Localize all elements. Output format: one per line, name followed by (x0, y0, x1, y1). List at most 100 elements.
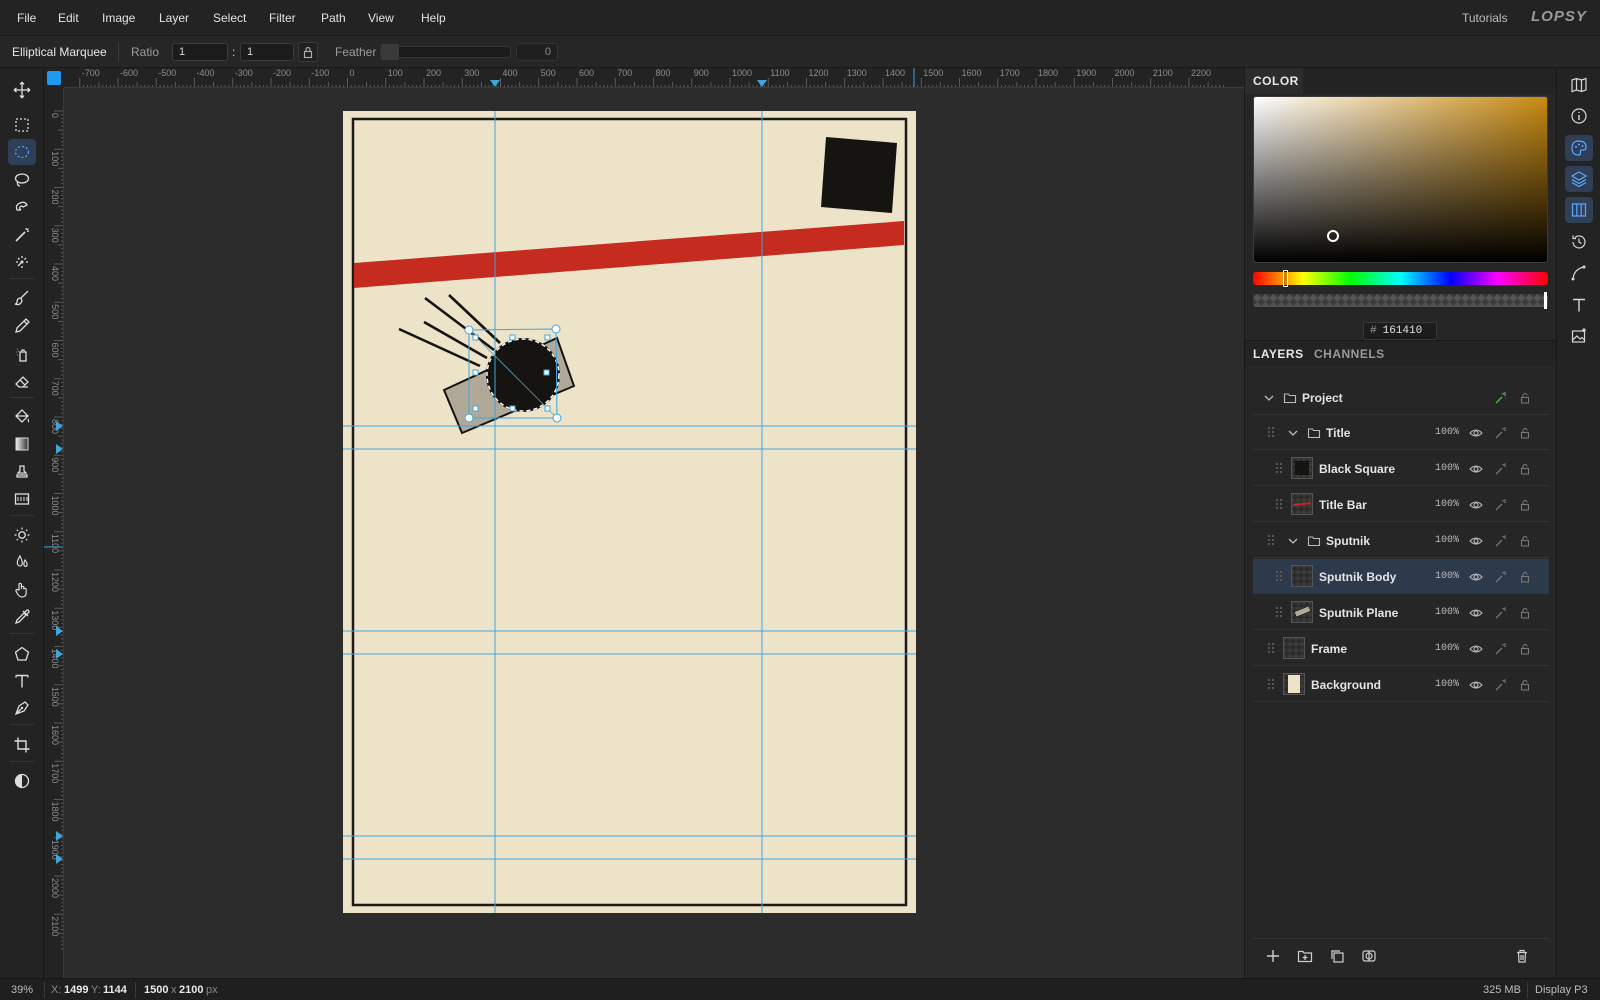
lock-icon[interactable] (1517, 533, 1533, 549)
picker-handle[interactable] (1327, 230, 1339, 242)
alpha-slider[interactable] (1253, 294, 1548, 307)
spray-tool[interactable] (8, 341, 36, 367)
elliptical-marquee-tool[interactable] (8, 139, 36, 165)
layer-row-title[interactable]: Title 100% (1253, 415, 1549, 450)
guide-marker[interactable] (757, 80, 767, 87)
lock-icon[interactable] (1517, 461, 1533, 477)
lock-icon[interactable] (1517, 569, 1533, 585)
effects-icon[interactable] (1493, 605, 1509, 621)
eye-icon[interactable] (1468, 641, 1484, 657)
drag-handle-icon[interactable] (1275, 462, 1283, 476)
lock-icon[interactable] (1517, 641, 1533, 657)
menu-select[interactable]: Select (213, 11, 246, 25)
drag-handle-icon[interactable] (1275, 570, 1283, 584)
clone-stamp-tool[interactable] (8, 459, 36, 485)
layer-row-title-bar[interactable]: Title Bar 100% (1253, 487, 1549, 522)
drag-handle-icon[interactable] (1267, 426, 1275, 440)
text-tool[interactable] (8, 668, 36, 694)
effects-icon[interactable] (1493, 390, 1509, 406)
history-button[interactable] (1565, 229, 1593, 255)
drag-handle-icon[interactable] (1275, 606, 1283, 620)
ruler-origin-button[interactable] (47, 71, 61, 85)
chevron-down-icon[interactable] (1285, 425, 1301, 441)
navigator-button[interactable] (1565, 72, 1593, 98)
menu-image[interactable]: Image (102, 11, 135, 25)
quick-select-tool[interactable] (8, 249, 36, 275)
hue-slider-handle[interactable] (1283, 270, 1288, 287)
color-swap-tool[interactable] (8, 768, 36, 794)
info-button[interactable] (1565, 103, 1593, 129)
layer-row-background[interactable]: Background 100% (1253, 667, 1549, 702)
channels-panel-button[interactable] (1565, 197, 1593, 223)
eye-icon[interactable] (1468, 425, 1484, 441)
add-group-button[interactable] (1296, 947, 1314, 965)
eraser-tool[interactable] (8, 368, 36, 394)
alpha-slider-handle[interactable] (1544, 292, 1547, 309)
rect-marquee-tool[interactable] (8, 112, 36, 138)
tab-channels[interactable]: CHANNELS (1314, 347, 1385, 361)
eye-icon[interactable] (1468, 461, 1484, 477)
layer-row-sputnik[interactable]: Sputnik 100% (1253, 523, 1549, 558)
hex-input[interactable]: #161410 (1363, 322, 1437, 340)
vertical-ruler[interactable]: 0 100 200 300 400 500 600 700 800 900 1000 1100 1200… (44, 88, 64, 978)
guide-marker[interactable] (56, 444, 63, 454)
feather-slider-thumb[interactable] (381, 44, 399, 60)
duplicate-layer-button[interactable] (1328, 947, 1346, 965)
lock-icon[interactable] (1517, 425, 1533, 441)
eye-icon[interactable] (1468, 533, 1484, 549)
paint-bucket-tool[interactable] (8, 404, 36, 430)
lock-icon[interactable] (1517, 605, 1533, 621)
blur-tool[interactable] (8, 549, 36, 575)
chevron-down-icon[interactable] (1261, 390, 1277, 406)
menu-help[interactable]: Help (421, 11, 446, 25)
effects-icon[interactable] (1493, 641, 1509, 657)
menu-edit[interactable]: Edit (58, 11, 79, 25)
chevron-down-icon[interactable] (1285, 533, 1301, 549)
gradient-tool[interactable] (8, 431, 36, 457)
layer-row-project[interactable]: Project (1253, 380, 1549, 415)
drag-handle-icon[interactable] (1267, 678, 1275, 692)
brush-tool[interactable] (8, 285, 36, 311)
character-button[interactable] (1565, 292, 1593, 318)
document-canvas[interactable] (64, 88, 1244, 978)
magnetic-lasso-tool[interactable] (8, 195, 36, 221)
crop-tool[interactable] (8, 732, 36, 758)
layer-row-sputnik-body[interactable]: Sputnik Body 100% (1253, 559, 1549, 594)
ratio-height-input[interactable]: 1 (240, 43, 294, 61)
layers-panel-button[interactable] (1565, 166, 1593, 192)
menu-view[interactable]: View (368, 11, 394, 25)
shape-tool[interactable] (8, 641, 36, 667)
eye-icon[interactable] (1468, 569, 1484, 585)
tab-color[interactable]: COLOR (1253, 74, 1299, 88)
color-picker-field[interactable] (1253, 96, 1548, 263)
move-tool[interactable] (8, 77, 36, 103)
eyedropper-tool[interactable] (8, 604, 36, 630)
effects-icon[interactable] (1493, 461, 1509, 477)
layer-row-black-square[interactable]: Black Square 100% (1253, 451, 1549, 486)
menu-layer[interactable]: Layer (159, 11, 189, 25)
layer-row-sputnik-plane[interactable]: Sputnik Plane 100% (1253, 595, 1549, 630)
zoom-level[interactable]: 39% (11, 984, 33, 996)
layer-row-frame[interactable]: Frame 100% (1253, 631, 1549, 666)
mask-layer-button[interactable] (1360, 947, 1378, 965)
eye-icon[interactable] (1468, 497, 1484, 513)
tutorials-link[interactable]: Tutorials (1462, 11, 1508, 25)
color-panel-button[interactable] (1565, 135, 1593, 161)
effects-icon[interactable] (1493, 497, 1509, 513)
smudge-tool[interactable] (8, 577, 36, 603)
pen-tool[interactable] (8, 695, 36, 721)
image-adjust-button[interactable] (1565, 323, 1593, 349)
effects-icon[interactable] (1493, 533, 1509, 549)
lock-icon[interactable] (1517, 497, 1533, 513)
tab-layers[interactable]: LAYERS (1253, 347, 1304, 361)
lock-icon[interactable] (1517, 390, 1533, 406)
effects-icon[interactable] (1493, 677, 1509, 693)
drag-handle-icon[interactable] (1275, 498, 1283, 512)
hue-slider[interactable] (1253, 272, 1548, 285)
ratio-width-input[interactable]: 1 (172, 43, 228, 61)
lasso-tool[interactable] (8, 167, 36, 193)
menu-path[interactable]: Path (321, 11, 346, 25)
effects-icon[interactable] (1493, 425, 1509, 441)
dodge-tool[interactable] (8, 522, 36, 548)
pattern-tool[interactable] (8, 486, 36, 512)
